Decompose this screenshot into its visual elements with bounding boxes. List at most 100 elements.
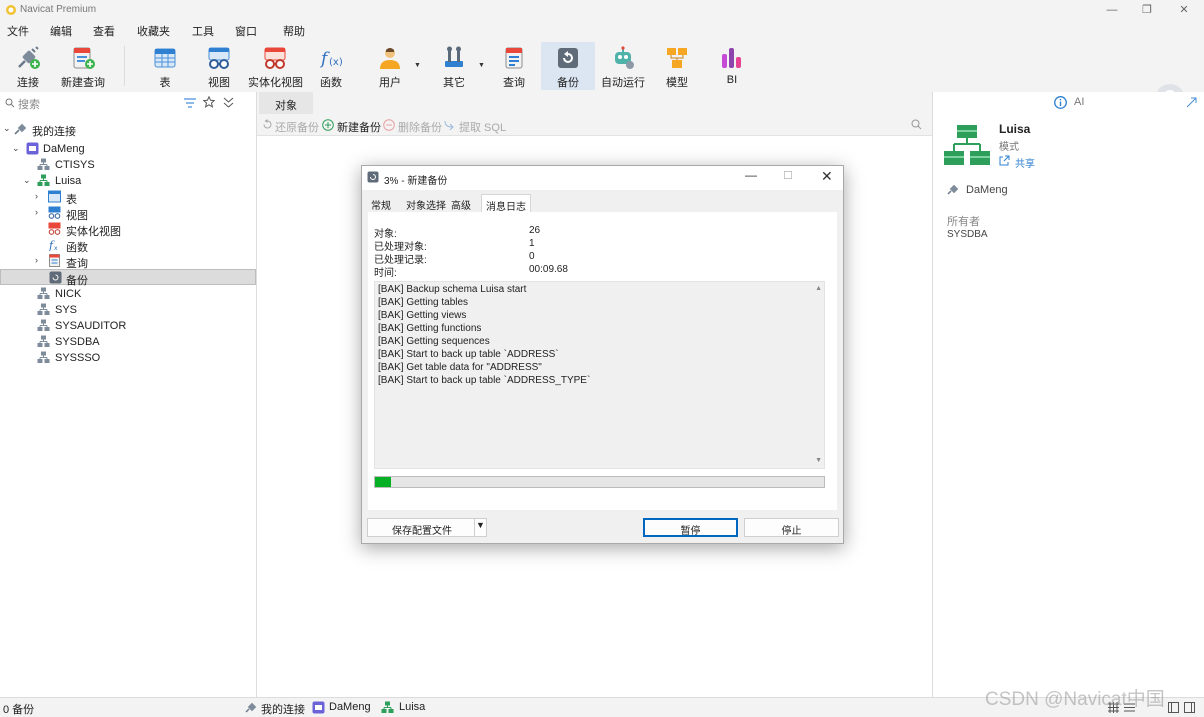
object-action-bar: 还原备份 新建备份 删除备份 提取 SQL — [257, 114, 932, 136]
schema-icon — [37, 319, 50, 331]
backup-button[interactable]: 备份 — [541, 42, 595, 90]
tree-schema-nick[interactable]: NICK — [0, 286, 256, 302]
dialog-minimize-icon[interactable]: — — [745, 168, 757, 182]
close-window-icon[interactable]: ✕ — [1176, 2, 1192, 18]
bi-button[interactable]: BI — [714, 42, 750, 90]
connect-button[interactable]: 连接 — [6, 42, 50, 90]
materialized-view-label: 实体化视图 — [248, 77, 303, 89]
automation-button[interactable]: 自动运行 — [600, 42, 646, 90]
query-button[interactable]: 查询 — [496, 42, 532, 90]
collapse-all-icon[interactable] — [223, 97, 234, 108]
function-icon: fx — [48, 239, 58, 251]
model-button[interactable]: 模型 — [659, 42, 695, 90]
menu-favorites[interactable]: 收藏夹 — [137, 23, 170, 39]
status-connection-group: 我的连接 — [261, 704, 305, 716]
tree-tables[interactable]: › 表 — [0, 189, 256, 206]
function-label: 函数 — [320, 77, 342, 89]
stop-button[interactable]: 停止 — [744, 518, 839, 537]
view-button[interactable]: 视图 — [200, 42, 238, 90]
detail-view-icon[interactable] — [1168, 702, 1179, 713]
schema-icon — [37, 351, 50, 363]
user-button[interactable]: 用户 — [372, 42, 408, 90]
backup-progress-bar — [374, 476, 825, 488]
objects-value: 26 — [529, 225, 541, 236]
filter-icon[interactable] — [184, 98, 196, 108]
expand-arrow-icon[interactable]: ⌄ — [12, 143, 22, 154]
extract-sql-button[interactable]: 提取 SQL — [459, 119, 506, 135]
owner-label: 所有者 — [947, 216, 980, 228]
tree-queries[interactable]: › 查询 — [0, 253, 256, 270]
materialized-view-button[interactable]: 实体化视图 — [248, 42, 303, 90]
tab-object-selection[interactable]: 对象选择 — [402, 194, 450, 212]
chevron-right-icon[interactable]: › — [35, 191, 45, 201]
menu-view[interactable]: 查看 — [93, 23, 115, 39]
tree-my-connections[interactable]: ⌄ 我的连接 — [0, 121, 256, 138]
tree-schema-sysauditor[interactable]: SYSAUDITOR — [0, 318, 256, 334]
backup-icon — [49, 271, 62, 284]
tree-schema-sys[interactable]: SYS — [0, 302, 256, 318]
tree-materialized-views[interactable]: 实体化视图 — [0, 221, 256, 238]
log-line: [BAK] Get table data for "ADDRESS" — [378, 362, 542, 373]
share-link[interactable]: 共享 — [1015, 155, 1035, 170]
panel-view-icon[interactable] — [1184, 702, 1195, 713]
tab-objects[interactable]: 对象 — [259, 92, 313, 114]
menu-tools[interactable]: 工具 — [192, 23, 214, 39]
remove-icon — [383, 119, 395, 131]
new-query-label: 新建查询 — [61, 77, 105, 89]
info-icon[interactable] — [1054, 96, 1067, 109]
menu-help[interactable]: 帮助 — [283, 23, 305, 39]
user-dropdown-icon[interactable]: ▼ — [414, 62, 421, 69]
pause-button[interactable]: 暂停 — [643, 518, 738, 537]
other-dropdown-icon[interactable]: ▼ — [478, 62, 485, 69]
navigation-pane: 搜索 ⌄ 我的连接 ⌄ DaMeng CTISYS ⌄ Luisa › 表 › — [0, 92, 257, 697]
tree-backups[interactable]: 备份 — [0, 269, 256, 287]
log-line: [BAK] Getting functions — [378, 323, 482, 334]
minimize-icon[interactable]: — — [1104, 2, 1120, 18]
menu-file[interactable]: 文件 — [7, 23, 29, 39]
delete-backup-button[interactable]: 删除备份 — [398, 119, 442, 135]
tab-advanced[interactable]: 高级 — [447, 194, 475, 212]
scroll-down-icon[interactable]: ▼ — [815, 457, 822, 464]
log-textarea[interactable]: [BAK] Backup schema Luisa start [BAK] Ge… — [374, 281, 825, 469]
search-icon[interactable] — [911, 119, 922, 130]
save-profile-dropdown-icon[interactable]: ▼ — [474, 518, 487, 537]
tree-views[interactable]: › 视图 — [0, 205, 256, 222]
expand-panel-icon[interactable] — [1186, 97, 1197, 108]
new-query-button[interactable]: 新建查询 — [60, 42, 106, 90]
other-button[interactable]: 其它 — [436, 42, 472, 90]
tab-message-log[interactable]: 消息日志 — [481, 194, 531, 213]
expand-arrow-icon[interactable]: ⌄ — [23, 175, 33, 186]
search-input[interactable]: 搜索 — [18, 96, 40, 112]
table-button[interactable]: 表 — [146, 42, 184, 90]
query-icon — [505, 47, 523, 69]
connections-icon — [245, 702, 257, 713]
tab-general[interactable]: 常规 — [367, 194, 395, 212]
chevron-right-icon[interactable]: › — [35, 255, 45, 265]
tools-icon — [445, 46, 463, 67]
tree-schema-sysdba[interactable]: SYSDBA — [0, 334, 256, 350]
ai-tab[interactable]: AI — [1074, 96, 1084, 108]
chevron-right-icon[interactable]: › — [35, 207, 45, 217]
new-backup-button[interactable]: 新建备份 — [337, 119, 381, 135]
save-profile-button[interactable]: 保存配置文件 — [367, 518, 477, 537]
svg-text:x: x — [54, 245, 58, 251]
schema-icon — [37, 158, 50, 170]
function-button[interactable]: f (x) 函数 — [312, 42, 350, 90]
tree-schema-ctisys[interactable]: CTISYS — [0, 157, 256, 173]
restore-backup-button[interactable]: 还原备份 — [275, 119, 319, 135]
info-pane: AI Luisa 模式 共享 DaMeng 所有者 SYSDBA — [932, 92, 1204, 697]
tree-functions[interactable]: fx 函数 — [0, 237, 256, 254]
dialog-close-icon[interactable]: ✕ — [821, 168, 833, 185]
tree-schema-luisa[interactable]: ⌄ Luisa — [0, 173, 256, 189]
tree-dameng[interactable]: ⌄ DaMeng — [0, 141, 256, 157]
query-icon — [49, 254, 60, 267]
restore-window-icon[interactable]: ❐ — [1139, 2, 1155, 18]
tree-schema-syssso[interactable]: SYSSSO — [0, 350, 256, 366]
backup-dialog: 3% - 新建备份 — ☐ ✕ 常规 对象选择 高级 消息日志 对象: 26 已… — [361, 165, 844, 544]
star-icon[interactable] — [203, 96, 215, 108]
menu-window[interactable]: 窗口 — [235, 23, 257, 39]
menu-edit[interactable]: 编辑 — [50, 23, 72, 39]
scroll-up-icon[interactable]: ▲ — [815, 285, 822, 292]
backup-icon — [558, 48, 578, 68]
expand-arrow-icon[interactable]: ⌄ — [3, 123, 13, 134]
